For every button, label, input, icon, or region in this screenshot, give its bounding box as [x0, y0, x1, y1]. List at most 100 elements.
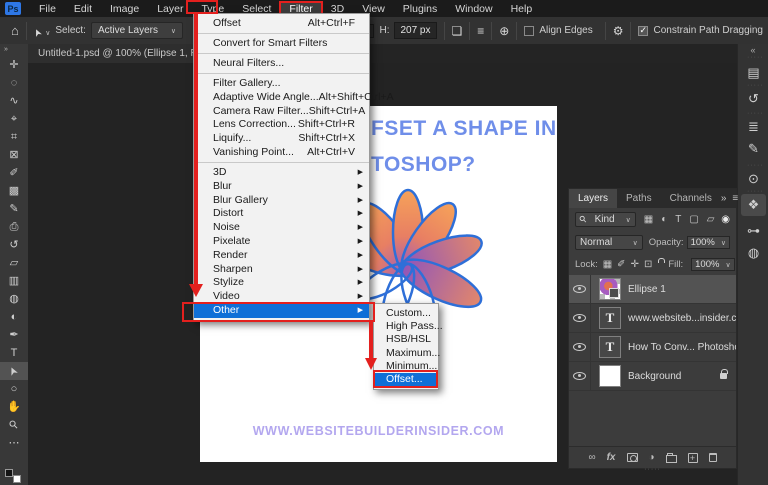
filter-menu-item[interactable]: Neural Filters... — [194, 57, 369, 74]
move-tool[interactable]: ✛ — [0, 56, 28, 74]
menubar-item[interactable]: Image — [101, 2, 148, 16]
brushes-icon[interactable]: ✎ — [741, 138, 766, 160]
frame-tool[interactable]: ⊠ — [0, 146, 28, 164]
filter-adjustment-layers-icon[interactable]: ◐ — [661, 214, 667, 225]
height-field[interactable]: 207 px — [394, 22, 436, 39]
color-icon[interactable]: ⊙ — [741, 168, 766, 190]
layer-effects-icon[interactable]: fx — [607, 452, 616, 463]
path-alignment-icon[interactable]: ≡ — [477, 24, 484, 38]
filter-menu-item[interactable]: Offset Alt+Ctrl+F — [194, 17, 369, 34]
brush-settings-icon[interactable]: ≣ — [741, 116, 766, 138]
layer-thumbnail[interactable] — [599, 278, 621, 300]
visibility-toggle[interactable] — [569, 362, 591, 390]
path-selection-tool[interactable]: ➤ — [0, 362, 28, 380]
select-mode-dropdown[interactable]: Active Layers ∨ — [91, 22, 183, 39]
healing-brush-tool[interactable]: ▩ — [0, 182, 28, 200]
blur-tool[interactable]: ◍ — [0, 290, 28, 308]
eyedropper-tool[interactable]: ✐ — [0, 164, 28, 182]
panel-menu-icon[interactable]: ≡ — [732, 193, 738, 204]
history-icon[interactable]: ↺ — [741, 88, 766, 110]
filtering-toggle-icon[interactable]: ◉ — [721, 214, 730, 225]
filter-menu-item[interactable]: Vanishing Point... Alt+Ctrl+V — [194, 146, 369, 163]
filter-shape-layers-icon[interactable]: ▢ — [689, 214, 698, 225]
edit-toolbar[interactable]: ⋯ — [0, 434, 28, 452]
color-swatches[interactable] — [5, 469, 21, 483]
visibility-toggle[interactable] — [569, 304, 591, 332]
fill-field[interactable]: 100% ∨ — [691, 258, 734, 271]
lasso-tool[interactable]: ∿ — [0, 92, 28, 110]
new-group-icon[interactable] — [666, 455, 677, 463]
channels-icon[interactable]: ◍ — [741, 242, 766, 264]
filter-menu-item[interactable]: Filter Gallery... — [194, 77, 369, 91]
menubar-item[interactable]: Edit — [65, 2, 101, 16]
layer-thumbnail[interactable]: T — [599, 307, 621, 329]
panel-tab[interactable]: Paths — [617, 189, 661, 208]
tool-preset-icon[interactable]: ➤∨ — [34, 24, 51, 38]
filter-type-layers-icon[interactable]: T — [675, 214, 681, 225]
dodge-tool[interactable]: ◐ — [0, 308, 28, 326]
panel-tab[interactable]: Channels — [661, 189, 721, 208]
history-brush-tool[interactable]: ↺ — [0, 236, 28, 254]
submenu-item[interactable]: Maximum... — [374, 347, 438, 360]
lock-artboard-icon[interactable]: ⊡ — [644, 259, 652, 270]
pen-tool[interactable]: ✒ — [0, 326, 28, 344]
clone-stamp-tool[interactable]: ⎙ — [0, 218, 28, 236]
visibility-toggle[interactable] — [569, 275, 591, 303]
panel-tab[interactable]: Layers — [569, 189, 617, 208]
layer-thumbnail[interactable]: T — [599, 336, 621, 358]
panel-resize-handle[interactable]: ····· — [644, 466, 661, 473]
collapse-toolbar-icon[interactable]: » — [0, 44, 28, 56]
lock-transparent-icon[interactable]: ▦ — [603, 259, 612, 270]
filter-menu-item[interactable]: Adaptive Wide Angle... Alt+Shift+Ctrl+A — [194, 91, 369, 105]
layer-row[interactable]: Background — [569, 362, 736, 391]
visibility-toggle[interactable] — [569, 333, 591, 361]
background-color-swatch[interactable] — [13, 475, 21, 483]
layer-row[interactable]: T www.websiteb...insider.com — [569, 304, 736, 333]
delete-layer-icon[interactable] — [709, 453, 717, 462]
kind-dropdown[interactable]: ⚲ Kind ∨ — [575, 212, 636, 227]
ellipse-tool[interactable]: ○ — [0, 380, 28, 398]
filter-menu-item[interactable]: 3D ▶ — [194, 166, 369, 180]
path-operations-icon[interactable]: ❏ — [452, 24, 463, 38]
layers-icon[interactable]: ❖ — [741, 194, 766, 216]
libraries-icon[interactable]: ▤ — [741, 62, 766, 84]
filter-menu-item[interactable]: Pixelate ▶ — [194, 235, 369, 249]
layer-row[interactable]: Ellipse 1 — [569, 275, 736, 304]
filter-menu-item[interactable]: Lens Correction... Shift+Ctrl+R — [194, 118, 369, 132]
filter-menu-item[interactable]: Sharpen ▶ — [194, 263, 369, 277]
gradient-tool[interactable]: ▥ — [0, 272, 28, 290]
layer-thumbnail[interactable] — [599, 365, 621, 387]
foreground-color-swatch[interactable] — [5, 469, 13, 477]
menubar-item[interactable]: Plugins — [394, 2, 446, 16]
menubar-item[interactable]: Help — [502, 2, 542, 16]
link-layers-icon[interactable]: ∞ — [588, 452, 595, 463]
hand-tool[interactable]: ✋ — [0, 398, 28, 416]
path-arrangement-icon[interactable]: ⊕ — [499, 24, 509, 38]
eraser-tool[interactable]: ▱ — [0, 254, 28, 272]
filter-menu-item[interactable]: Stylize ▶ — [194, 276, 369, 290]
filter-menu-item[interactable]: Blur ▶ — [194, 180, 369, 194]
opacity-field[interactable]: 100% ∨ — [687, 236, 730, 249]
filter-menu-item[interactable]: Noise ▶ — [194, 221, 369, 235]
paths-icon[interactable]: ⊶ — [741, 220, 766, 242]
zoom-tool[interactable]: ⚲ — [0, 416, 28, 434]
filter-menu-item[interactable]: Camera Raw Filter... Shift+Ctrl+A — [194, 105, 369, 119]
filter-menu-item[interactable]: Blur Gallery ▶ — [194, 194, 369, 208]
filter-menu-item[interactable]: Render ▶ — [194, 249, 369, 263]
lock-pixels-icon[interactable]: ✐ — [617, 259, 625, 270]
filter-smart-objects-icon[interactable]: ▱ — [707, 214, 715, 225]
brush-tool[interactable]: ✎ — [0, 200, 28, 218]
blend-mode-dropdown[interactable]: Normal ∨ — [575, 235, 643, 250]
layer-mask-icon[interactable] — [627, 453, 638, 462]
filter-menu-item[interactable]: Convert for Smart Filters — [194, 37, 369, 54]
lock-position-icon[interactable]: ✛ — [631, 259, 639, 270]
menubar-item[interactable]: File — [30, 2, 65, 16]
new-layer-icon[interactable]: + — [688, 453, 698, 463]
layer-row[interactable]: T How To Conv... Photoshop? — [569, 333, 736, 362]
filter-menu-item[interactable]: Liquify... Shift+Ctrl+X — [194, 132, 369, 146]
filter-pixel-layers-icon[interactable]: ▦ — [644, 214, 653, 225]
align-edges-checkbox[interactable] — [524, 26, 534, 36]
submenu-item[interactable]: Custom... — [374, 307, 438, 320]
submenu-item[interactable]: High Pass... — [374, 320, 438, 333]
filter-menu-item[interactable]: Distort ▶ — [194, 207, 369, 221]
